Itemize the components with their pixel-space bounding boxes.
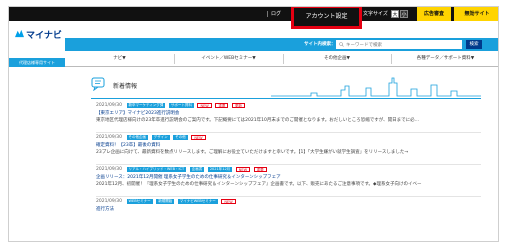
news-item-title[interactable]: 企画リリース：2021年12月開催 理系女子学生のための仕事研究＆インターンシッ…	[96, 174, 281, 180]
invalid-site-button[interactable]: 無効サイト	[454, 7, 498, 21]
news-tag: マイナビWEBセミナー	[177, 199, 218, 204]
news-date: 2021/09/30	[96, 167, 122, 172]
account-settings-link[interactable]: アカウント設定	[294, 8, 359, 26]
speech-bubble-icon	[91, 77, 105, 91]
news-tag-new: NEW	[235, 167, 251, 172]
news-tag: 企画書	[189, 167, 205, 172]
top-utility-bar: ログ 文字サイズ 大 小 広告審査 無効サイト	[9, 7, 498, 21]
news-divider	[91, 98, 481, 99]
news-tag: リアル・ハイブリッド・WEB・ICT	[126, 167, 187, 172]
main-nav: ナビ▼ イベント／WEBセミナー▼ その他企画▼ 各種データ／サポート資料▼	[65, 51, 498, 67]
news-tag: その他企画	[126, 135, 149, 140]
font-size-small-button[interactable]: 小	[400, 10, 408, 18]
news-tag: 新卒マーケティング課	[126, 103, 166, 108]
news-date: 2021/09/30	[96, 103, 122, 108]
news-item[interactable]: 2021/09/30 その他企画 デザイン その他 NEW 確定資料！【23卒】…	[96, 135, 481, 165]
city-skyline-illustration	[271, 77, 481, 97]
nav-item-data[interactable]: 各種データ／サポート資料▼	[391, 51, 498, 67]
news-tag: 2021年12月	[207, 167, 233, 172]
news-title: 新着情報	[113, 83, 138, 90]
news-meta: 2021/09/30 WEBセミナー 新規開始 マイナビWEBセミナー NEW	[96, 199, 238, 205]
news-date: 2021/09/30	[96, 135, 122, 140]
logo[interactable]: マイナビ	[9, 21, 65, 59]
news-meta: 2021/09/30 新卒マーケティング課 サポート資料 NEW 重要 更新	[96, 103, 247, 109]
nav-item-other[interactable]: その他企画▼	[283, 51, 391, 67]
search-bar: サイト内検索： 検索	[65, 38, 498, 51]
browser-frame: ログ 文字サイズ 大 小 広告審査 無効サイト マイナビ 代理店様専用サイト サ…	[8, 6, 499, 242]
news-date: 2021/09/30	[96, 199, 122, 204]
news-item-title[interactable]: 確定資料！【23卒】最後の資料	[96, 142, 160, 148]
news-item-body: 2021年12月、初開催！『理系女子学生のための仕事研究＆インターンシップフェア…	[96, 182, 422, 187]
news-meta: 2021/09/30 その他企画 デザイン その他 NEW	[96, 135, 208, 141]
news-item-title[interactable]: 進行方法	[96, 206, 114, 212]
search-button[interactable]: 検索	[466, 40, 482, 49]
news-item-title[interactable]: 【東京エリア】マイナビ2023進行説明会	[96, 110, 179, 116]
news-item[interactable]: 2021/09/30 リアル・ハイブリッド・WEB・ICT 企画書 2021年1…	[96, 167, 481, 197]
news-tag-important: 重要	[253, 167, 267, 172]
news-tag: 新規開始	[156, 199, 175, 204]
news-tag: デザイン	[151, 135, 170, 140]
news-tag-updated: 更新	[231, 103, 245, 108]
mynavi-logo-icon	[15, 29, 24, 38]
site-label: 代理店様専用サイト	[9, 58, 65, 67]
logo-text: マイナビ	[26, 31, 62, 41]
news-tag: その他	[173, 135, 188, 140]
divider	[267, 11, 268, 17]
news-tag: WEBセミナー	[126, 199, 153, 204]
search-icon	[339, 42, 344, 47]
news-tag-important: 重要	[215, 103, 229, 108]
search-input[interactable]	[336, 40, 462, 49]
account-settings-highlight[interactable]: アカウント設定	[291, 7, 362, 29]
news-tag: サポート資料	[168, 103, 194, 108]
news-tag-new: NEW	[191, 135, 206, 140]
news-item-body: 東京地区代理店様向けの23年卒進行説明会のご案内です。下記概要にては2021年1…	[96, 118, 420, 123]
news-item[interactable]: 2021/09/30 新卒マーケティング課 サポート資料 NEW 重要 更新 【…	[96, 103, 481, 133]
nav-item-navi[interactable]: ナビ▼	[65, 51, 174, 67]
login-link[interactable]: ログ	[271, 7, 281, 21]
nav-item-events[interactable]: イベント／WEBセミナー▼	[174, 51, 283, 67]
news-item[interactable]: 2021/09/30 WEBセミナー 新規開始 マイナビWEBセミナー NEW …	[96, 199, 481, 229]
news-tag-new: NEW	[197, 103, 212, 108]
news-header: 新着情報	[91, 75, 481, 99]
search-label: サイト内検索：	[304, 42, 336, 47]
font-size-label: 文字サイズ	[363, 11, 388, 17]
ad-review-button[interactable]: 広告審査	[417, 7, 451, 21]
news-item-body: 23プレ企画に向けて、最新資料を数点リリースします。ご理解にお役立ていただけます…	[96, 150, 409, 155]
font-size-large-button[interactable]: 大	[391, 10, 399, 18]
news-meta: 2021/09/30 リアル・ハイブリッド・WEB・ICT 企画書 2021年1…	[96, 167, 269, 173]
news-tag-new: NEW	[221, 199, 236, 204]
